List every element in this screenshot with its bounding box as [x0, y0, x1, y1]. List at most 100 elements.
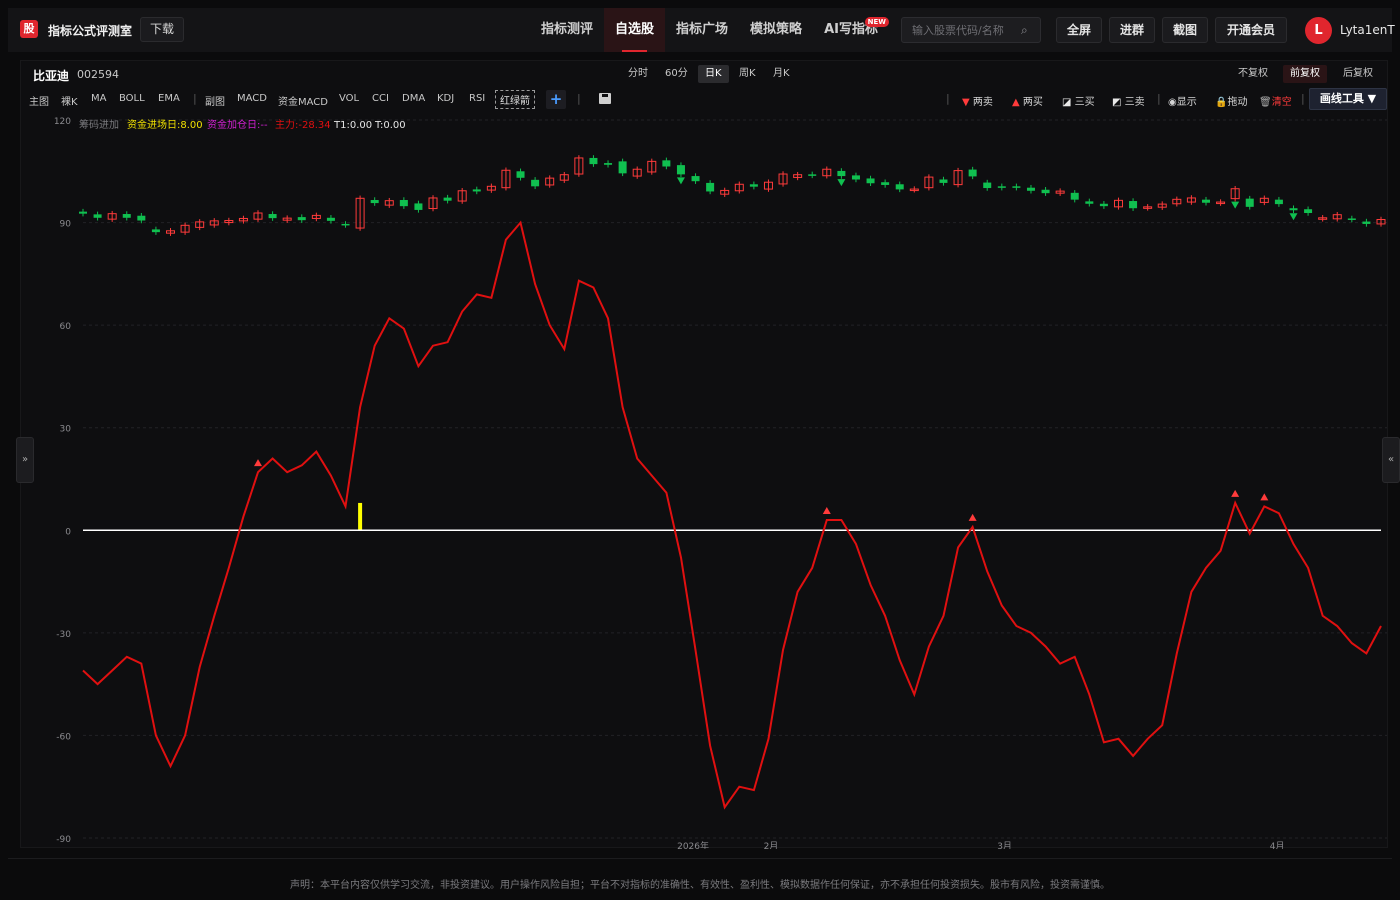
candle-body [1026, 187, 1035, 191]
disclaimer: 声明：本平台内容仅供学习交流，非投资建议。用户操作风险自担；平台不对指标的准确性… [290, 880, 1110, 891]
indicator-main[interactable]: 主图 [29, 93, 49, 108]
left-expand-tab[interactable]: » [16, 437, 34, 483]
divider: | [946, 92, 950, 105]
candle-body [968, 169, 977, 177]
two-buy-button[interactable]: ▲ 两买 [1012, 93, 1043, 108]
download-button[interactable]: 下载 [140, 17, 184, 42]
three-buy-button[interactable]: ◪ 三买 [1062, 93, 1095, 108]
candle-body [137, 215, 146, 221]
sell-marker [1231, 201, 1240, 209]
drag-lock-button[interactable]: 🔒拖动 [1215, 93, 1247, 108]
adjust-tab[interactable]: 不复权 [1231, 65, 1275, 83]
trash-icon: 🗑 [1259, 97, 1272, 108]
period-tab-active[interactable]: 日K [698, 65, 729, 83]
nav-item-watchlist[interactable]: 自选股 [604, 8, 666, 52]
nav-item-ai-indicator[interactable]: AI写指标 NEW [813, 8, 889, 52]
draw-label: 清空 [1271, 97, 1292, 108]
candle-body [1347, 218, 1356, 220]
username[interactable]: Lyta1enT [1340, 23, 1395, 37]
nav-item-strategy[interactable]: 模拟策略 [739, 8, 813, 52]
divider: | [1301, 92, 1305, 105]
legend-fund-add: 资金加仓日:-- [207, 118, 268, 131]
sell-marker [837, 179, 846, 187]
candle-body [618, 161, 627, 174]
join-group-button[interactable]: 进群 [1109, 17, 1155, 43]
indicator-fund-macd[interactable]: 资金MACD [278, 93, 328, 108]
candle-body [662, 160, 671, 167]
period-tab[interactable]: 60分 [658, 65, 695, 83]
indicator-dma[interactable]: DMA [402, 93, 425, 104]
x-tick-label: 2月 [764, 841, 779, 849]
add-indicator-button[interactable]: + [546, 90, 566, 109]
nav-label: 模拟策略 [750, 22, 803, 37]
screenshot-button[interactable]: 截图 [1162, 17, 1208, 43]
indicator-kdj[interactable]: KDJ [437, 93, 454, 104]
candle-body [604, 163, 613, 165]
fund-entry-bar [358, 502, 363, 531]
candle-body [531, 179, 540, 187]
indicator-vol[interactable]: VOL [339, 93, 359, 104]
candle-body [1129, 201, 1138, 209]
chart-icon: ◩ [1112, 97, 1122, 108]
indicator-bare-k[interactable]: 裸K [61, 93, 78, 108]
candle-body [589, 157, 598, 165]
show-button[interactable]: ◉显示 [1168, 93, 1197, 108]
chart-panel: 比亚迪 002594 分时 60分 日K 周K 月K 不复权 前复权 后复权 主… [20, 60, 1388, 849]
candle-body [414, 203, 423, 210]
candle-body [1012, 186, 1021, 188]
adjust-tab-active[interactable]: 前复权 [1283, 65, 1327, 83]
indicator-boll[interactable]: BOLL [119, 93, 145, 104]
x-tick-label: 4月 [1270, 841, 1285, 849]
period-tab[interactable]: 月K [766, 65, 797, 83]
indicator-cci[interactable]: CCI [372, 93, 389, 104]
fullscreen-button[interactable]: 全屏 [1056, 17, 1102, 43]
indicator-rsi[interactable]: RSI [469, 93, 485, 104]
indicator-ema[interactable]: EMA [158, 93, 180, 104]
indicator-ma[interactable]: MA [91, 93, 106, 104]
candle-body [79, 211, 87, 214]
two-sell-button[interactable]: ▼ 两卖 [962, 93, 993, 108]
right-expand-tab[interactable]: « [1382, 437, 1400, 483]
draw-label: 显示 [1176, 97, 1197, 108]
legend-chip: 筹码进加 [79, 118, 119, 131]
candle-body [326, 217, 335, 221]
vip-button[interactable]: 开通会员 [1215, 17, 1287, 43]
draw-tools-button[interactable]: 画线工具 ▼ [1309, 88, 1387, 110]
adjust-tab[interactable]: 后复权 [1336, 65, 1380, 83]
candle-body [268, 214, 277, 219]
period-tab[interactable]: 分时 [621, 65, 655, 83]
indicator-red-green-arrow[interactable]: 红绿箭 [495, 90, 535, 109]
y-tick-label: 0 [65, 527, 71, 537]
candle-body [691, 176, 700, 182]
search-input[interactable] [901, 17, 1041, 43]
app-title: 指标公式评测室 [48, 24, 133, 38]
y-tick-label: -30 [56, 630, 71, 640]
indicator-macd[interactable]: MACD [237, 93, 267, 104]
legend-main-force: 主力:-28.34 [275, 118, 331, 131]
candle-body [676, 165, 685, 175]
candle-body [895, 184, 904, 190]
candle-body [1070, 192, 1079, 200]
candle-body [443, 197, 452, 201]
candle-body [749, 184, 758, 187]
nav-item-evaluation[interactable]: 指标测评 [530, 8, 604, 52]
buy-marker [1231, 489, 1240, 497]
candle-body [1274, 199, 1283, 205]
period-tab[interactable]: 周K [732, 65, 763, 83]
candle-body [1099, 203, 1108, 207]
draw-label: 拖动 [1227, 97, 1248, 108]
kline-chart[interactable]: 120 90 60 30 0 -30 -60 -90 2026年 2月 3月 4月 筹码进加 资金进场… [21, 113, 1387, 849]
y-tick-label: 30 [60, 425, 72, 435]
buy-marker [254, 459, 263, 467]
candle-body [837, 170, 846, 177]
candle-body [1289, 208, 1298, 211]
indicator-sub[interactable]: 副图 [205, 93, 225, 108]
nav-item-plaza[interactable]: 指标广场 [665, 8, 739, 52]
candle-body [1085, 201, 1094, 204]
search-icon[interactable]: ⌕ [1021, 23, 1028, 38]
clear-button[interactable]: 🗑清空 [1259, 93, 1292, 108]
save-icon[interactable] [599, 93, 611, 104]
avatar[interactable]: L [1305, 17, 1332, 44]
candle-body [370, 200, 379, 204]
three-sell-button[interactable]: ◩ 三卖 [1112, 93, 1145, 108]
